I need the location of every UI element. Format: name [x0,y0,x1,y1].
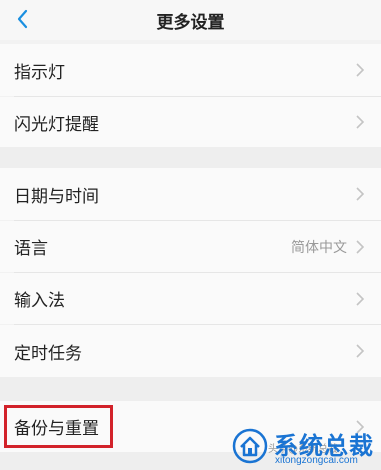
settings-item-label: 指示灯 [14,62,65,83]
settings-item-input-method[interactable]: 输入法 [0,273,381,324]
settings-item-label: 闪光灯提醒 [14,114,99,135]
chevron-right-icon [356,239,365,254]
chevron-right-icon [356,291,365,306]
settings-item-label: 输入法 [14,291,65,311]
chevron-right-icon [356,187,365,201]
watermark-url: xitongzongcai.com [275,455,358,466]
section-gap [0,147,381,168]
settings-item-date-time[interactable]: 日期与时间 [0,168,381,220]
settings-item-indicator-light[interactable]: 指示灯 [0,44,381,96]
section-gap [0,377,381,401]
settings-item-flash-reminder[interactable]: 闪光灯提醒 [0,97,381,147]
chevron-right-icon [356,344,365,358]
highlight-box [4,405,113,448]
page-title: 更多设置 [156,12,225,33]
chevron-right-icon [356,63,365,77]
house-logo-icon [232,428,268,464]
settings-item-label: 日期与时间 [14,186,99,207]
settings-item-language[interactable]: 语言 简体中文 [0,221,381,272]
language-value: 简体中文 [291,239,347,256]
top-bar: 更多设置 [0,0,381,40]
settings-item-label: 语言 [14,239,48,259]
chevron-right-icon [356,115,365,129]
settings-item-scheduled-tasks[interactable]: 定时任务 [0,325,381,377]
settings-item-label: 定时任务 [14,343,82,364]
